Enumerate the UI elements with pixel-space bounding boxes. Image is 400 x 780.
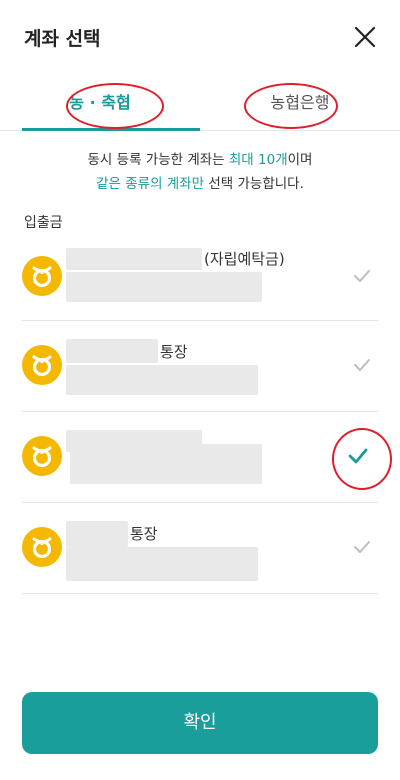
check-icon[interactable] [352, 355, 372, 375]
tab-nonghyup-cooperative[interactable]: 농 · 축협 [0, 76, 200, 131]
section-label-deposit: 입출금 [24, 215, 63, 231]
masked-account-number [66, 547, 258, 581]
account-name: (자립예탁금) [204, 250, 285, 268]
selection-notice: 동시 등록 가능한 계좌는 최대 10개이며 같은 종류의 계좌만 선택 가능합… [0, 148, 400, 196]
account-name: 통장 [130, 525, 158, 543]
check-icon[interactable] [352, 266, 372, 286]
notice-text: 선택 가능합니다. [204, 176, 304, 192]
confirm-button[interactable]: 확인 [22, 692, 378, 754]
masked-account-number [66, 272, 262, 302]
tab-nonghyup-bank[interactable]: 농협은행 [200, 76, 400, 130]
nh-bank-logo-icon [22, 345, 62, 385]
masked-account-name [66, 248, 202, 270]
account-row[interactable]: (자립예탁금) [22, 232, 378, 321]
check-icon[interactable] [352, 537, 372, 557]
check-icon-selected[interactable] [346, 444, 370, 468]
masked-account-number [66, 365, 258, 395]
close-icon [354, 26, 376, 48]
account-row[interactable]: 통장 [22, 321, 378, 412]
nh-bank-logo-icon [22, 527, 62, 567]
account-row-selected[interactable] [22, 412, 378, 503]
sheet-header: 계좌 선택 [0, 0, 400, 76]
masked-account-number [70, 444, 262, 484]
close-button[interactable] [352, 24, 378, 50]
account-row[interactable]: 통장 [22, 503, 378, 594]
nh-bank-logo-icon [22, 436, 62, 476]
account-name: 통장 [160, 343, 188, 361]
masked-account-name [66, 521, 128, 547]
masked-account-name [66, 339, 158, 363]
sheet-title: 계좌 선택 [24, 28, 101, 50]
nh-bank-logo-icon [22, 256, 62, 296]
notice-text: 동시 등록 가능한 계좌는 [87, 152, 229, 168]
bank-tabs: 농 · 축협 농협은행 [0, 76, 400, 131]
notice-text: 이며 [287, 152, 313, 168]
notice-highlight: 최대 10개 [228, 152, 288, 168]
account-list: (자립예탁금) 통장 통장 [22, 232, 378, 594]
notice-highlight: 같은 종류의 계좌만 [96, 176, 205, 192]
account-select-sheet: 계좌 선택 농 · 축협 농협은행 동시 등록 가능한 계좌는 최대 10개이며… [0, 0, 400, 780]
